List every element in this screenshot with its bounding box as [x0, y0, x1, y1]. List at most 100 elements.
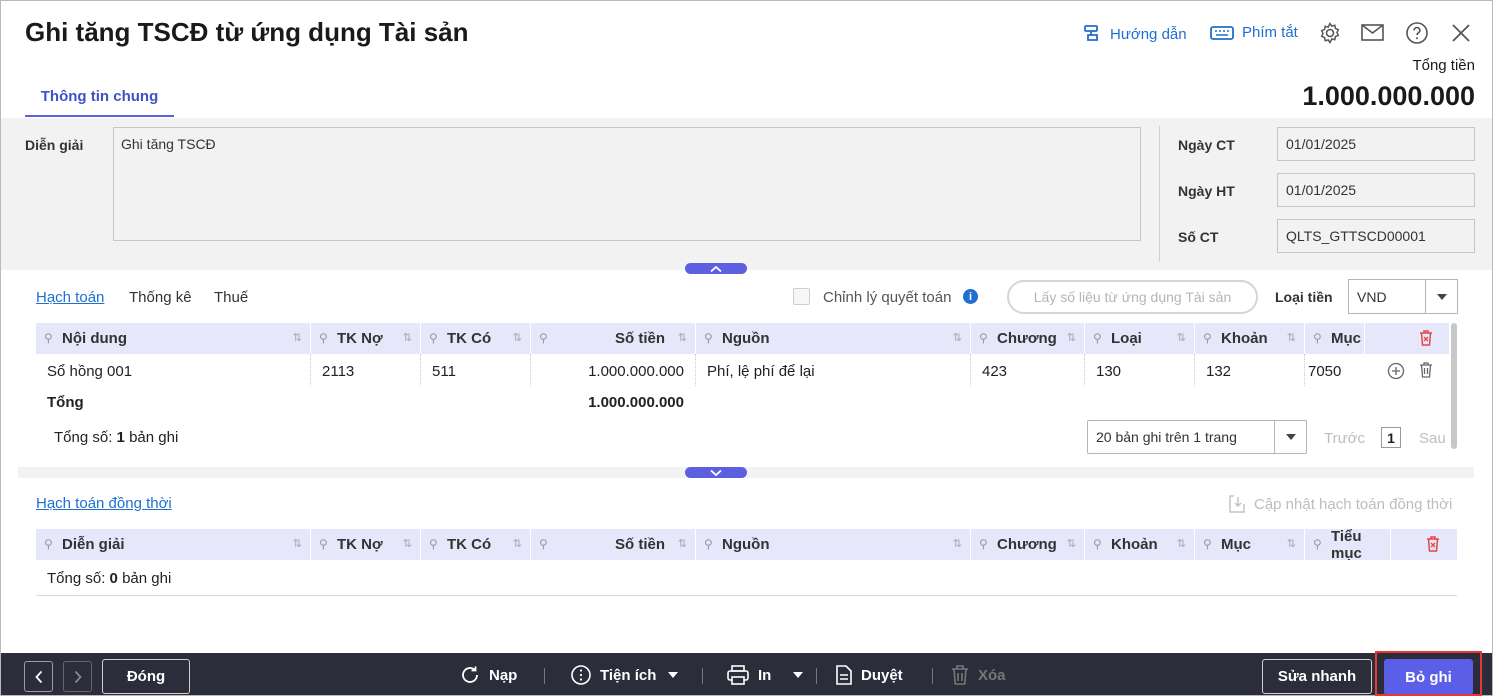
col-item[interactable]: ⚲ Mục	[1305, 323, 1365, 354]
currency-label: Loại tiền	[1275, 289, 1333, 305]
col-item[interactable]: ⚲ Mục ⇅	[1195, 529, 1305, 560]
document-icon	[836, 665, 852, 685]
col-debit-account[interactable]: ⚲ TK Nợ ⇅	[311, 529, 421, 560]
delete-all-icon[interactable]	[1418, 329, 1434, 350]
col-description[interactable]: ⚲ Diễn giải ⇅	[36, 529, 311, 560]
currency-select[interactable]: VND	[1348, 279, 1458, 314]
delete-all-icon[interactable]	[1425, 535, 1441, 556]
page-size-value: 20 bản ghi trên 1 trang	[1096, 429, 1237, 445]
doc-date-field[interactable]: 01/01/2025	[1277, 127, 1475, 161]
footer-toolbar: Đóng Nạp Tiện ích In Duyệt Xóa Sửa nhanh…	[1, 653, 1492, 695]
total-value: 1.000.000.000	[1302, 81, 1475, 111]
prev-record-button[interactable]	[24, 661, 53, 692]
col-source[interactable]: ⚲ Nguồn ⇅	[696, 323, 971, 354]
general-info-panel: Diễn giải Ghi tăng TSCĐ Ngày CT 01/01/20…	[1, 118, 1492, 270]
total-row-amount: 1.000.000.000	[588, 394, 684, 411]
update-concurrent-button[interactable]: Cập nhật hạch toán đồng thời	[1228, 494, 1452, 514]
chevron-left-icon	[34, 670, 42, 683]
close-button[interactable]: Đóng	[102, 659, 190, 694]
concurrent-accounting-title[interactable]: Hạch toán đồng thời	[36, 495, 172, 512]
shortcut-link[interactable]: Phím tắt	[1210, 24, 1298, 41]
col-type[interactable]: ⚲ Loại ⇅	[1085, 323, 1195, 354]
info-icon[interactable]: i	[963, 289, 978, 304]
print-menu[interactable]: In	[726, 664, 804, 686]
reload-icon	[462, 666, 478, 683]
reload-button[interactable]: Nạp	[459, 664, 517, 686]
mail-icon[interactable]	[1360, 20, 1386, 46]
col-amount[interactable]: ⚲ Số tiền ⇅	[531, 323, 696, 354]
total-row-label: Tổng	[47, 394, 84, 411]
prev-page-button[interactable]: Trước	[1324, 430, 1365, 447]
trash-icon	[952, 665, 968, 685]
currency-value: VND	[1357, 288, 1387, 305]
col-source[interactable]: ⚲ Nguồn ⇅	[696, 529, 971, 560]
guide-label: Hướng dẫn	[1110, 25, 1187, 43]
next-record-button[interactable]	[63, 661, 92, 692]
add-row-icon[interactable]	[1387, 362, 1405, 383]
description-field[interactable]: Ghi tăng TSCĐ	[113, 127, 1141, 241]
chevron-down-icon	[793, 672, 804, 678]
approve-button[interactable]: Duyệt	[835, 664, 903, 686]
close-icon[interactable]	[1448, 20, 1474, 46]
print-icon	[727, 665, 749, 685]
doc-no-field[interactable]: QLTS_GTTSCD00001	[1277, 219, 1475, 253]
cell-debit-account[interactable]: 2113	[322, 363, 354, 380]
subtab-tax[interactable]: Thuế	[214, 289, 248, 306]
post-date-field[interactable]: 01/01/2025	[1277, 173, 1475, 207]
delete-button[interactable]: Xóa	[950, 664, 1006, 686]
col-chapter[interactable]: ⚲ Chương ⇅	[971, 529, 1085, 560]
divider	[1159, 126, 1160, 262]
fetch-from-asset-app-button[interactable]: Lấy số liệu từ ứng dụng Tài sản	[1007, 280, 1258, 314]
cell-item[interactable]: 7050	[1308, 363, 1341, 380]
utilities-icon	[571, 665, 591, 685]
total-label: Tổng tiền	[1412, 57, 1475, 74]
cell-content[interactable]: Sổ hồng 001	[47, 363, 132, 380]
concurrent-table-header: ⚲ Diễn giải ⇅ ⚲ TK Nợ ⇅ ⚲ TK Có ⇅ ⚲ Số tiền ⇅ ⚲ N…	[36, 529, 1457, 560]
cell-amount[interactable]: 1.000.000.000	[588, 363, 684, 380]
collapse-up-button[interactable]	[685, 263, 747, 274]
col-debit-account[interactable]: ⚲ TK Nợ ⇅	[311, 323, 421, 354]
cell-chapter[interactable]: 423	[982, 363, 1007, 380]
col-credit-account[interactable]: ⚲ TK Có ⇅	[421, 323, 531, 354]
record-count: Tổng số: 1 bản ghi	[54, 429, 179, 446]
utilities-menu[interactable]: Tiện ích	[570, 664, 679, 686]
chevron-down-icon	[1425, 280, 1457, 313]
col-credit-account[interactable]: ⚲ TK Có ⇅	[421, 529, 531, 560]
help-icon[interactable]	[1404, 20, 1430, 46]
col-sub-item[interactable]: ⚲ Tiểu mục	[1305, 529, 1391, 560]
divider	[36, 595, 1457, 596]
collapse-down-button[interactable]	[685, 467, 747, 478]
subtab-accounting[interactable]: Hạch toán	[36, 289, 104, 306]
next-page-button[interactable]: Sau	[1419, 430, 1446, 447]
keyboard-icon	[1210, 25, 1234, 40]
delete-row-icon[interactable]	[1418, 361, 1434, 382]
concurrent-record-count: Tổng số: 0 bản ghi	[47, 570, 172, 587]
subtab-statistics[interactable]: Thống kê	[129, 289, 192, 306]
cell-type[interactable]: 130	[1096, 363, 1121, 380]
cell-source[interactable]: Phí, lệ phí để lại	[707, 363, 815, 380]
doc-no-label: Số CT	[1178, 229, 1219, 245]
page-title: Ghi tăng TSCĐ từ ứng dụng Tài sản	[25, 17, 469, 47]
description-label: Diễn giải	[25, 137, 84, 153]
table-scrollbar[interactable]	[1451, 323, 1457, 449]
col-amount[interactable]: ⚲ Số tiền ⇅	[531, 529, 696, 560]
col-content[interactable]: ⚲ Nội dung ⇅	[36, 323, 311, 354]
chevron-right-icon	[74, 670, 82, 683]
cell-credit-account[interactable]: 511	[432, 363, 456, 380]
page-size-select[interactable]: 20 bản ghi trên 1 trang	[1087, 420, 1307, 454]
gear-icon[interactable]	[1317, 20, 1343, 46]
adjust-settlement-label: Chỉnh lý quyết toán	[823, 289, 952, 306]
guide-icon	[1084, 25, 1098, 41]
col-section[interactable]: ⚲ Khoản ⇅	[1195, 323, 1305, 354]
guide-link[interactable]: Hướng dẫn	[1082, 24, 1187, 44]
chevron-down-icon	[668, 672, 679, 678]
page-number[interactable]: 1	[1381, 427, 1401, 448]
col-chapter[interactable]: ⚲ Chương ⇅	[971, 323, 1085, 354]
adjust-settlement-checkbox[interactable]	[793, 288, 810, 305]
doc-date-label: Ngày CT	[1178, 137, 1235, 153]
chevron-up-icon	[710, 265, 722, 272]
col-section[interactable]: ⚲ Khoản ⇅	[1085, 529, 1195, 560]
cell-section[interactable]: 132	[1206, 363, 1231, 380]
tab-general-info[interactable]: Thông tin chung	[25, 78, 174, 117]
quick-edit-button[interactable]: Sửa nhanh	[1262, 659, 1372, 694]
